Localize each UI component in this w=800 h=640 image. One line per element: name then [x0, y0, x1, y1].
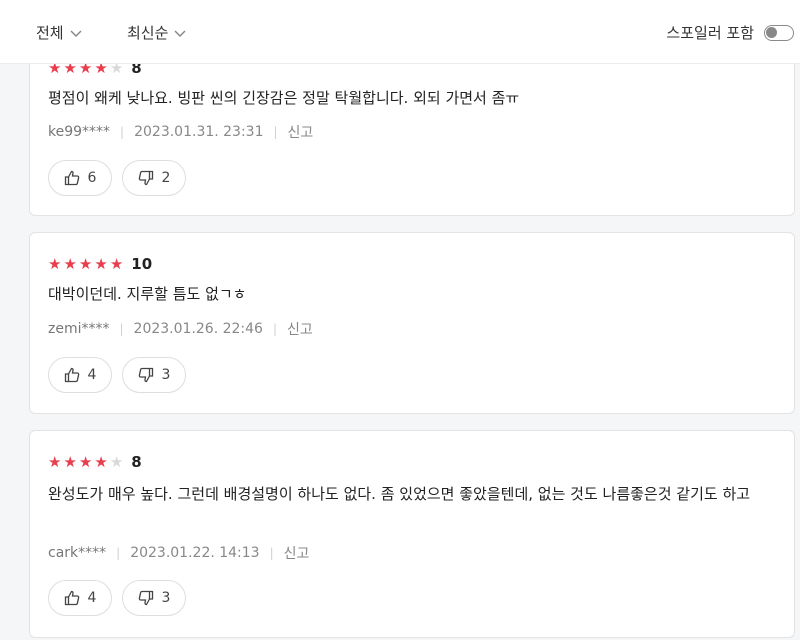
spoiler-toggle[interactable] [764, 24, 794, 41]
divider: | [273, 125, 278, 139]
divider: | [119, 322, 124, 336]
sort-dropdown[interactable]: 최신순 [127, 22, 188, 43]
filter-all-label: 전체 [36, 24, 64, 42]
review-meta: cark**** | 2023.01.22. 14:13 | 신고 [48, 543, 309, 563]
rating: ★ ★ ★ ★ ★ 10 [48, 255, 152, 273]
star-icon: ★ [48, 254, 62, 273]
thumbs-up-icon [64, 367, 79, 383]
star-rating: ★ ★ ★ ★ ★ [48, 452, 124, 471]
rating-score: 10 [131, 255, 153, 273]
star-icon: ★ [109, 452, 124, 471]
thumbs-down-icon [138, 590, 153, 606]
divider: | [269, 546, 274, 560]
thumbs-up-icon [64, 170, 79, 186]
chevron-down-icon [70, 29, 82, 37]
spoiler-filter: 스포일러 포함 [666, 22, 794, 43]
review-card: ★ ★ ★ ★ ★ 8 평점이 왜케 낮나요. 빙판 씬의 긴장감은 정말 탁월합니다.… [29, 40, 795, 216]
dislike-button[interactable]: 3 [122, 357, 186, 393]
dislike-count: 2 [161, 170, 171, 186]
like-count: 6 [87, 170, 97, 186]
review-user: zemi**** [48, 321, 110, 337]
report-link[interactable]: 신고 [287, 319, 313, 339]
review-text: 대박이던데. 지루할 틈도 없ㄱㅎ [48, 285, 247, 303]
like-button[interactable]: 4 [48, 357, 112, 393]
report-link[interactable]: 신고 [288, 122, 314, 142]
star-icon: ★ [109, 254, 124, 273]
divider: | [116, 546, 121, 560]
toggle-knob [766, 26, 777, 38]
divider: | [120, 125, 125, 139]
review-text: 완성도가 매우 높다. 그런데 배경설명이 하나도 없다. 좀 있었으면 좋았을… [48, 485, 751, 503]
thumbs-up-icon [64, 590, 79, 606]
like-button[interactable]: 6 [48, 160, 112, 196]
review-page: ★ ★ ★ ★ ★ 8 평점이 왜케 낮나요. 빙판 씬의 긴장감은 정말 탁월합니다.… [0, 0, 800, 640]
chevron-down-icon [174, 29, 186, 37]
star-icon: ★ [63, 254, 77, 273]
filter-all-dropdown[interactable]: 전체 [36, 22, 84, 43]
dislike-button[interactable]: 2 [122, 160, 186, 196]
report-link[interactable]: 신고 [284, 543, 310, 563]
thumbs-down-icon [138, 170, 153, 186]
rating-score: 8 [131, 453, 142, 471]
review-date: 2023.01.26. 22:46 [133, 321, 263, 337]
like-button[interactable]: 4 [48, 580, 112, 616]
divider: | [272, 322, 277, 336]
rating: ★ ★ ★ ★ ★ 8 [48, 453, 142, 471]
review-date: 2023.01.31. 23:31 [134, 124, 264, 140]
review-user: cark**** [48, 545, 107, 561]
star-icon: ★ [78, 452, 93, 471]
vote-buttons: 4 3 [48, 357, 186, 393]
star-icon: ★ [48, 452, 62, 471]
dislike-count: 3 [161, 590, 171, 606]
review-card: ★ ★ ★ ★ ★ 10 대박이던데. 지루할 틈도 없ㄱㅎ zemi**** | 20… [29, 232, 795, 414]
spoiler-label: 스포일러 포함 [666, 24, 754, 42]
vote-buttons: 6 2 [48, 160, 186, 196]
sort-label: 최신순 [127, 24, 169, 42]
vote-buttons: 4 3 [48, 580, 186, 616]
dislike-button[interactable]: 3 [122, 580, 186, 616]
review-user: ke99**** [48, 124, 111, 140]
star-rating: ★ ★ ★ ★ ★ [48, 254, 124, 273]
review-date: 2023.01.22. 14:13 [130, 545, 260, 561]
like-count: 4 [87, 367, 97, 383]
star-icon: ★ [94, 254, 108, 273]
filter-bar: 전체 최신순 스포일러 포함 [0, 0, 800, 64]
review-card: ★ ★ ★ ★ ★ 8 완성도가 매우 높다. 그런데 배경설명이 하나도 없다. 좀 … [29, 430, 795, 638]
dislike-count: 3 [161, 367, 171, 383]
review-text: 평점이 왜케 낮나요. 빙판 씬의 긴장감은 정말 탁월합니다. 외되 가면서 … [48, 89, 520, 107]
review-meta: zemi**** | 2023.01.26. 22:46 | 신고 [48, 319, 313, 339]
star-icon: ★ [94, 452, 108, 471]
thumbs-down-icon [138, 367, 153, 383]
star-icon: ★ [63, 452, 77, 471]
star-icon: ★ [78, 254, 93, 273]
like-count: 4 [87, 590, 97, 606]
review-meta: ke99**** | 2023.01.31. 23:31 | 신고 [48, 122, 313, 142]
